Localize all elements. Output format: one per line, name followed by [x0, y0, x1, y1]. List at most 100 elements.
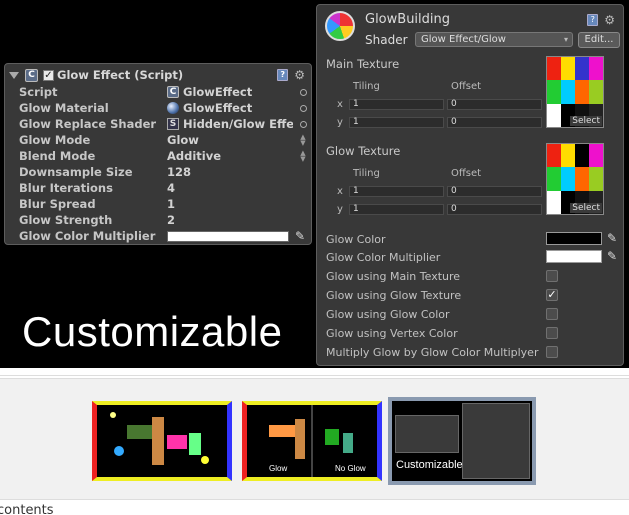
gear-icon[interactable]: ⚙ — [604, 13, 615, 27]
prop-label: Script — [19, 85, 58, 99]
eyedropper-icon[interactable]: ✎ — [607, 249, 617, 263]
prop-label: Glow Replace Shader — [19, 117, 157, 131]
glow-tiling-y-field[interactable]: 1 — [349, 204, 444, 215]
shader-dropdown-value: Glow Effect/Glow — [421, 34, 506, 45]
glow-offset-y-field[interactable]: 0 — [447, 204, 542, 215]
component-title: Glow Effect (Script) — [57, 68, 184, 82]
prop-row-downsample: Downsample Size 128 — [19, 164, 307, 180]
glow-texture-select-button[interactable]: Select — [570, 203, 602, 213]
dropdown-arrows-icon: ▲ ▼ — [300, 149, 306, 163]
y-label: y — [337, 117, 343, 128]
help-book-icon[interactable]: ? — [277, 69, 289, 81]
glow-main-texture-checkbox[interactable] — [546, 270, 558, 282]
prop-row-glow-mode[interactable]: Glow Mode Glow ▲ ▼ — [19, 132, 307, 148]
script-asset-icon: C — [167, 86, 179, 98]
main-texture-title: Main Texture — [326, 57, 400, 71]
x-label: x — [337, 186, 343, 197]
x-label: x — [337, 99, 343, 110]
shader-value[interactable]: Hidden/Glow Effect — [183, 117, 293, 131]
glow-vertex-color-checkbox[interactable] — [546, 327, 558, 339]
offset-label: Offset — [451, 81, 482, 92]
edit-button[interactable]: Edit... — [578, 32, 620, 48]
prop-row-glow-strength: Glow Strength 2 — [19, 212, 307, 228]
downsample-field[interactable]: 128 — [167, 165, 191, 179]
prop-label: Downsample Size — [19, 165, 133, 179]
thumbnail-1[interactable] — [92, 401, 232, 481]
glow-comparison-image: Glow No Glow — [269, 405, 366, 477]
prop-row-blend-mode[interactable]: Blend Mode Additive ▲ ▼ — [19, 148, 307, 164]
prop-label: Glow Material — [19, 101, 109, 115]
prop-label: Blur Iterations — [19, 181, 113, 195]
help-book-icon[interactable]: ? — [587, 14, 599, 26]
object-picker-icon[interactable] — [300, 104, 307, 112]
prop-label: Glow using Vertex Color — [326, 327, 458, 340]
component-header[interactable]: C ✓ Glow Effect (Script) ? ⚙ — [5, 64, 311, 86]
prop-label: Glow Color — [326, 233, 386, 246]
footer-heading: contents — [0, 503, 54, 515]
dropdown-arrows-icon: ▲ ▼ — [300, 133, 306, 147]
script-icon: C — [25, 68, 38, 82]
prop-label: Glow Mode — [19, 133, 91, 147]
prop-row-blur-spread: Blur Spread 1 — [19, 196, 307, 212]
tiling-label: Tiling — [353, 168, 380, 179]
prop-label: Glow Color Multiplier — [19, 229, 156, 243]
prop-label: Blur Spread — [19, 197, 96, 211]
prop-label: Glow using Main Texture — [326, 270, 461, 283]
divider — [0, 368, 629, 376]
glow-multiplier-swatch[interactable] — [546, 250, 602, 263]
glow-color-swatch[interactable] — [546, 232, 602, 245]
shader-dropdown[interactable]: Glow Effect/Glow ▾ — [415, 32, 573, 47]
y-label: y — [337, 204, 343, 215]
multiply-glow-checkbox[interactable] — [546, 346, 558, 358]
customizable-caption: Customizable — [22, 308, 283, 355]
glow-texture-preview[interactable]: Select — [546, 143, 604, 215]
gear-icon[interactable]: ⚙ — [294, 68, 305, 82]
material-icon — [167, 102, 179, 114]
preview-stage: C ✓ Glow Effect (Script) ? ⚙ Script C Glo… — [0, 0, 629, 368]
prop-label: Glow Color Multiplier — [326, 251, 441, 264]
prop-row-replace-shader: Glow Replace Shader S Hidden/Glow Effect — [19, 116, 307, 132]
thumbnail-gallery: Glow No Glow Customizable — [0, 378, 629, 500]
prop-row-script: Script C GlowEffect — [19, 84, 307, 100]
offset-label: Offset — [451, 168, 482, 179]
blend-mode-dropdown[interactable]: Additive — [167, 149, 221, 163]
chevron-down-icon: ▾ — [563, 35, 568, 44]
main-tiling-y-field[interactable]: 1 — [349, 117, 444, 128]
prop-label: Glow Strength — [19, 213, 113, 227]
thumbnail-3[interactable]: Customizable — [388, 397, 536, 485]
glow-scene-image — [110, 412, 209, 465]
prop-row-glow-material: Glow Material GlowEffect — [19, 100, 307, 116]
tiling-label: Tiling — [353, 81, 380, 92]
prop-label: Glow using Glow Texture — [326, 289, 462, 302]
mini-inspector-right — [462, 403, 530, 479]
mini-inspector-left — [395, 415, 459, 453]
prop-row-blur-iterations: Blur Iterations 4 — [19, 180, 307, 196]
blur-iterations-field[interactable]: 4 — [167, 181, 175, 195]
glow-color-checkbox[interactable] — [546, 308, 558, 320]
object-picker-icon[interactable] — [300, 88, 307, 96]
prop-label: Blend Mode — [19, 149, 96, 163]
shader-icon: S — [167, 118, 179, 130]
eyedropper-icon[interactable]: ✎ — [295, 229, 305, 243]
main-texture-select-button[interactable]: Select — [570, 116, 602, 126]
glow-tiling-x-field[interactable]: 1 — [349, 186, 444, 197]
prop-label: Multiply Glow by Glow Color Multiplyer — [326, 346, 539, 359]
main-offset-y-field[interactable]: 0 — [447, 117, 542, 128]
glow-mode-dropdown[interactable]: Glow — [167, 133, 199, 147]
material-value[interactable]: GlowEffect — [183, 101, 252, 115]
main-tiling-x-field[interactable]: 1 — [349, 99, 444, 110]
main-offset-x-field[interactable]: 0 — [447, 99, 542, 110]
glow-strength-field[interactable]: 2 — [167, 213, 175, 227]
enable-checkbox[interactable]: ✓ — [43, 69, 54, 81]
prop-row-color-multiplier: Glow Color Multiplier ✎ — [19, 228, 307, 244]
glow-offset-x-field[interactable]: 0 — [447, 186, 542, 197]
main-texture-preview[interactable]: Select — [546, 56, 604, 128]
object-picker-icon[interactable] — [300, 120, 307, 128]
color-swatch[interactable] — [167, 230, 289, 242]
thumbnail-2[interactable]: Glow No Glow — [242, 401, 382, 481]
eyedropper-icon[interactable]: ✎ — [607, 231, 617, 245]
script-value[interactable]: GlowEffect — [183, 85, 252, 99]
collapse-triangle-icon[interactable] — [9, 71, 19, 79]
blur-spread-field[interactable]: 1 — [167, 197, 175, 211]
glow-glow-texture-checkbox[interactable]: ✓ — [546, 289, 558, 301]
